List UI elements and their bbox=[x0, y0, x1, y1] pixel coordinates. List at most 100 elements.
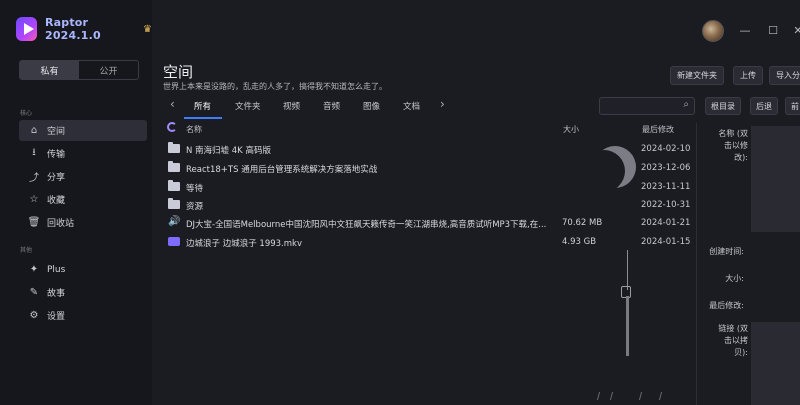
folder-icon bbox=[168, 198, 180, 209]
scope-toggle: 私有 公开 bbox=[19, 60, 139, 80]
file-size: 4.93 GB bbox=[562, 237, 597, 247]
sidebar-item-label: 收藏 bbox=[47, 196, 66, 206]
column-header-name[interactable]: 名称 bbox=[186, 124, 202, 135]
sidebar-item-plus[interactable]: ✦ Plus bbox=[19, 259, 147, 280]
star-icon: ☆ bbox=[29, 194, 39, 205]
file-row[interactable]: React18+TS 通用后台管理系统解决方案落地实战 2023-12-06 bbox=[166, 160, 696, 179]
file-date: 2023-12-06 bbox=[641, 163, 691, 173]
tab-all[interactable]: 所有 bbox=[194, 100, 211, 112]
column-header-modified[interactable]: 最后修改 bbox=[642, 124, 674, 135]
gear-icon: ⚙ bbox=[29, 310, 39, 321]
file-date: 2024-01-21 bbox=[641, 218, 691, 228]
file-row[interactable]: N 南海归墟 4K 高码版 2024-02-10 bbox=[166, 141, 696, 160]
sidebar-item-label: 故事 bbox=[47, 289, 66, 299]
file-name: 边城浪子 边城浪子 1993.mkv bbox=[186, 239, 302, 249]
detail-name-field[interactable] bbox=[751, 126, 800, 232]
sidebar-item-label: 空间 bbox=[47, 127, 66, 137]
search-input[interactable]: ⌕ bbox=[599, 97, 695, 115]
tab-audio[interactable]: 音频 bbox=[323, 100, 340, 112]
grass-decoration bbox=[658, 392, 668, 400]
back-button[interactable]: 后退 bbox=[750, 97, 778, 115]
sidebar-item-label: Plus bbox=[47, 264, 66, 275]
app-title: Raptor 2024.1.0 bbox=[44, 16, 101, 42]
sidebar-item-label: 回收站 bbox=[47, 219, 75, 229]
home-icon: ⌂ bbox=[30, 125, 38, 136]
page-subtitle: 世界上本来是没路的，乱走的人多了，搞得我不知道怎么走了。 bbox=[163, 82, 387, 91]
user-avatar[interactable] bbox=[702, 20, 724, 42]
file-name: 等待 bbox=[186, 184, 204, 194]
grass-decoration bbox=[609, 392, 619, 400]
folder-icon bbox=[168, 180, 180, 191]
sidebar-item-share[interactable]: ⤴ 分享 bbox=[19, 166, 147, 187]
tab-videos[interactable]: 视频 bbox=[283, 100, 300, 112]
grass-decoration bbox=[638, 392, 648, 400]
select-all-icon[interactable] bbox=[167, 122, 177, 132]
trash-icon: 🗑 bbox=[27, 217, 41, 228]
app-logo-icon bbox=[16, 17, 37, 41]
sidebar-section-other: 其他 bbox=[20, 247, 33, 254]
download-icon: ⭳ bbox=[32, 147, 36, 158]
app-window: Raptor 2024.1.0 ♛ 私有 公开 核心 ⌂ 空间 ⭳ 传输 ⤴ 分… bbox=[0, 0, 800, 405]
lamp-post bbox=[626, 296, 629, 356]
close-icon[interactable]: ✕ bbox=[790, 24, 800, 37]
file-date: 2024-02-10 bbox=[641, 144, 691, 154]
file-date: 2023-11-11 bbox=[641, 182, 691, 192]
file-row[interactable]: 边城浪子 边城浪子 1993.mkv 4.93 GB 2024-01-15 bbox=[166, 234, 696, 253]
detail-created-label: 创建时间: bbox=[709, 247, 744, 256]
app-branding: Raptor 2024.1.0 ♛ bbox=[16, 16, 152, 42]
detail-link-label: 链接 (双 击以拷 贝): bbox=[718, 324, 748, 357]
import-button[interactable]: 导入分 bbox=[769, 66, 800, 85]
column-header-size[interactable]: 大小 bbox=[563, 124, 579, 135]
tab-documents[interactable]: 文档 bbox=[403, 100, 420, 112]
tabs-next-icon[interactable]: › bbox=[440, 97, 445, 111]
lamp-wire bbox=[627, 250, 628, 290]
file-row[interactable]: 资源 2022-10-31 bbox=[166, 197, 696, 216]
tab-folders[interactable]: 文件夹 bbox=[235, 100, 261, 112]
detail-link-field[interactable] bbox=[751, 322, 800, 405]
scope-private-button[interactable]: 私有 bbox=[20, 61, 79, 79]
file-name: N 南海归墟 4K 高码版 bbox=[186, 146, 271, 156]
sidebar-item-trash[interactable]: 🗑 回收站 bbox=[19, 212, 147, 233]
crown-icon[interactable]: ♛ bbox=[143, 24, 152, 35]
new-folder-button[interactable]: 新建文件夹 bbox=[670, 66, 724, 85]
search-icon[interactable]: ⌕ bbox=[683, 99, 689, 110]
page-title: 空间 bbox=[163, 63, 194, 81]
tabs-prev-icon[interactable]: ‹ bbox=[170, 97, 175, 111]
sidebar: Raptor 2024.1.0 ♛ 私有 公开 核心 ⌂ 空间 ⭳ 传输 ⤴ 分… bbox=[0, 0, 152, 405]
detail-modified-label: 最后修改: bbox=[709, 301, 744, 310]
file-row[interactable]: 🔊 DJ大宝-全国语Melbourne中国沈阳风中文狂飙天籁传奇一笑江湖串烧,高… bbox=[166, 215, 696, 234]
file-row[interactable]: 等待 2023-11-11 bbox=[166, 179, 696, 198]
sidebar-item-favorites[interactable]: ☆ 收藏 bbox=[19, 189, 147, 210]
audio-file-icon: 🔊 bbox=[168, 216, 181, 227]
file-date: 2024-01-15 bbox=[641, 237, 691, 247]
sidebar-item-story[interactable]: ✎ 故事 bbox=[19, 282, 147, 303]
wand-icon: ✦ bbox=[29, 264, 39, 275]
sidebar-item-label: 传输 bbox=[47, 150, 66, 160]
active-tab-indicator bbox=[184, 117, 222, 119]
file-date: 2022-10-31 bbox=[641, 200, 691, 210]
sidebar-item-label: 分享 bbox=[47, 173, 66, 183]
forward-button[interactable]: 前 bbox=[785, 97, 800, 115]
scope-public-button[interactable]: 公开 bbox=[79, 61, 138, 79]
tab-images[interactable]: 图像 bbox=[363, 100, 380, 112]
sidebar-item-transfer[interactable]: ⭳ 传输 bbox=[19, 143, 147, 164]
maximize-icon[interactable]: ☐ bbox=[765, 24, 781, 37]
detail-name-label: 名称 (双 击以修 改): bbox=[718, 129, 748, 162]
feather-icon: ✎ bbox=[29, 287, 39, 298]
file-name: React18+TS 通用后台管理系统解决方案落地实战 bbox=[186, 165, 378, 175]
sidebar-item-space[interactable]: ⌂ 空间 bbox=[19, 120, 147, 141]
file-name: DJ大宝-全国语Melbourne中国沈阳风中文狂飙天籁传奇一笑江湖串烧,高音质… bbox=[186, 220, 547, 230]
minimize-icon[interactable]: — bbox=[737, 24, 753, 37]
root-directory-button[interactable]: 根目录 bbox=[705, 97, 741, 115]
sidebar-section-core: 核心 bbox=[20, 110, 33, 117]
folder-icon bbox=[168, 161, 180, 172]
video-file-icon bbox=[168, 237, 180, 246]
upload-button[interactable]: 上传 bbox=[733, 66, 763, 85]
file-name: 资源 bbox=[186, 202, 204, 212]
sidebar-item-label: 设置 bbox=[47, 312, 66, 322]
sidebar-item-settings[interactable]: ⚙ 设置 bbox=[19, 305, 147, 326]
file-size: 70.62 MB bbox=[562, 218, 603, 228]
detail-size-label: 大小: bbox=[725, 274, 744, 283]
details-divider bbox=[696, 123, 697, 405]
grass-decoration bbox=[596, 392, 606, 400]
